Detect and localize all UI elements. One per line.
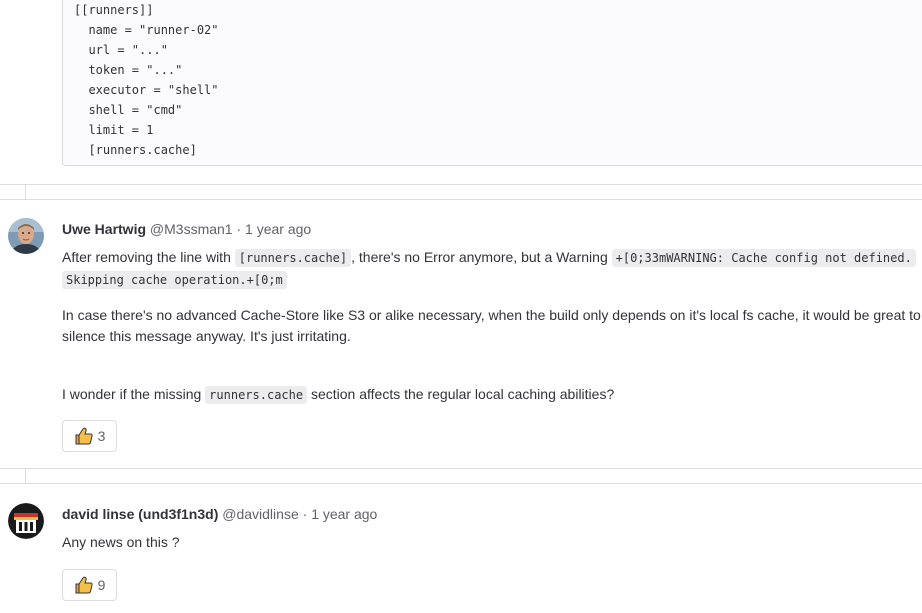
code-line: shell = "cmd" [74,103,183,117]
code-line: [[runners]] [74,3,154,17]
separator-dot: · [302,506,308,522]
reaction-count: 3 [97,428,106,444]
comment-header: david linse (und3f1n3d) @davidlinse · 1 … [62,505,377,523]
code-line: [runners.cache] [74,143,197,157]
comment-paragraph: Any news on this ? [62,534,180,550]
text: section affects the regular local cachin… [307,386,615,402]
timestamp[interactable]: 1 year ago [245,221,311,237]
code-line: executor = "shell" [74,83,219,97]
author-handle[interactable]: @davidlinse [222,506,298,522]
text: , there's no Error anymore, but a Warnin… [351,249,612,265]
code-line: limit = 1 [74,123,154,137]
thumbs-up-reaction-button[interactable]: 9 [62,569,117,601]
timestamp[interactable]: 1 year ago [311,506,377,522]
avatar[interactable] [8,218,44,254]
reaction-count: 9 [97,577,106,593]
comment-paragraph: In case there's no advanced Cache-Store … [62,307,921,344]
pixel-art-avatar-icon [8,503,44,539]
thumbs-up-icon [75,576,93,594]
thread-line [25,184,26,200]
comment-paragraph: I wonder if the missing runners.cache se… [62,384,922,406]
inline-code: [runners.cache] [234,249,352,267]
author-name[interactable]: Uwe Hartwig [62,221,146,237]
thumbs-up-icon [75,427,93,445]
thread-separator [0,184,922,200]
inline-code: +[0;33mWARNING: Cache config not defined… [611,249,916,267]
code-line: url = "..." [74,43,168,57]
comment-paragraph: After removing the line with [runners.ca… [62,247,922,291]
inline-code: Skipping cache operation.+[0;m [62,271,287,289]
thumbs-up-reaction-button[interactable]: 3 [62,420,117,452]
avatar[interactable] [8,503,44,539]
author-name[interactable]: david linse (und3f1n3d) [62,506,218,522]
inline-code: runners.cache [205,386,308,404]
comment-header: Uwe Hartwig @M3ssman1 · 1 year ago [62,220,311,238]
text: I wonder if the missing [62,386,206,402]
code-line: token = "..." [74,63,183,77]
author-handle[interactable]: @M3ssman1 [150,221,233,237]
comment-thread: [[runners]] name = "runner-02" url = "..… [0,0,922,613]
separator-dot: · [236,221,242,237]
person-photo-avatar-icon [8,218,44,254]
thread-line [25,468,26,484]
thread-separator [0,468,922,484]
text: After removing the line with [62,249,235,265]
code-block: [[runners]] name = "runner-02" url = "..… [62,0,922,166]
code-line: name = "runner-02" [74,23,219,37]
